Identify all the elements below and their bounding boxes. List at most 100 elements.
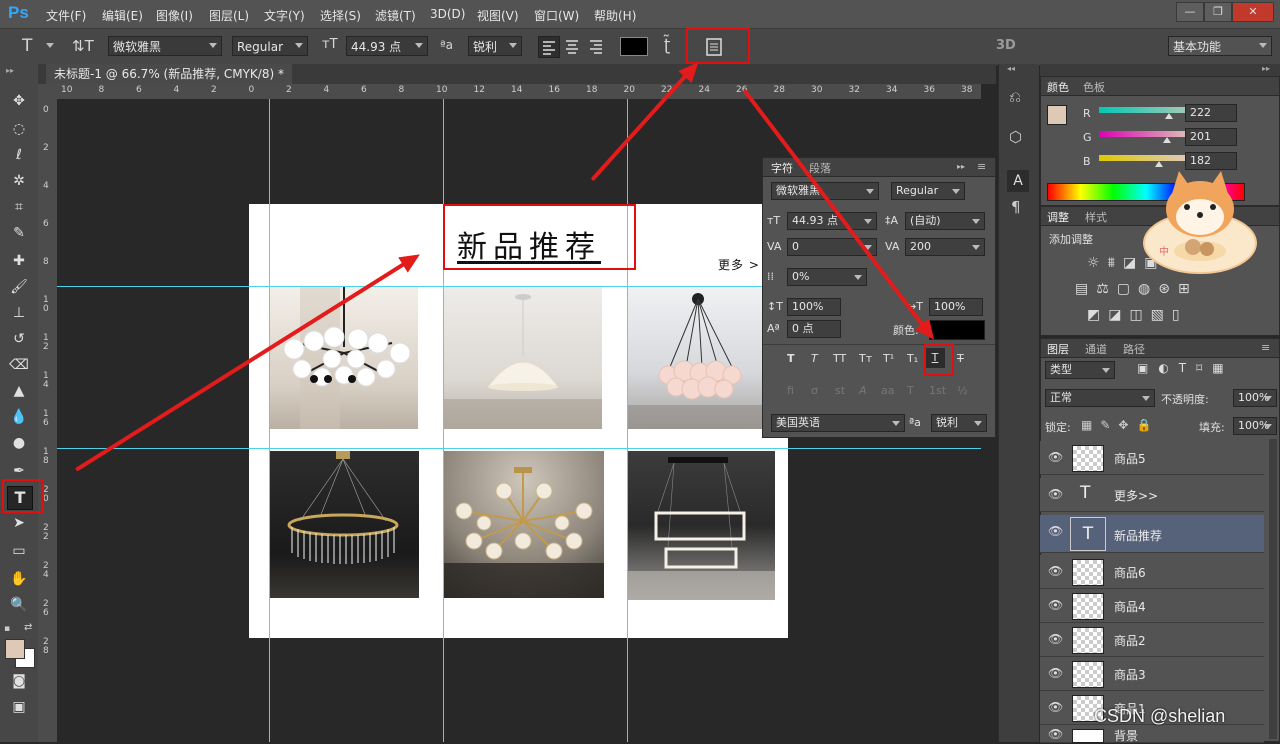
- minimize-button[interactable]: —: [1176, 2, 1204, 22]
- 3d-panel-icon[interactable]: ⬡: [1009, 128, 1022, 146]
- old-style-button[interactable]: ơ: [811, 384, 818, 397]
- font-size-input[interactable]: 44.93 点: [346, 36, 428, 56]
- rectangle-tool-icon[interactable]: ▭: [7, 540, 31, 562]
- all-caps-button[interactable]: TT: [833, 352, 846, 365]
- panel-menu-icon[interactable]: ≡: [977, 160, 986, 173]
- menu-filter[interactable]: 滤镜(T): [375, 7, 416, 24]
- paragraph-panel-icon[interactable]: ¶: [1011, 198, 1021, 216]
- type-tool-preset-icon[interactable]: T: [22, 36, 32, 56]
- menu-select[interactable]: 选择(S): [320, 7, 361, 24]
- subscript-button[interactable]: T₁: [907, 352, 918, 365]
- eraser-tool-icon[interactable]: ⌫: [7, 354, 31, 376]
- toggle-orientation-icon[interactable]: ⇅T: [72, 37, 94, 55]
- font-style-select[interactable]: Regular: [232, 36, 308, 56]
- visibility-eye-icon[interactable]: 👁: [1048, 564, 1063, 578]
- screen-mode-icon[interactable]: ▣: [7, 696, 31, 718]
- r-value-input[interactable]: 222: [1185, 104, 1237, 122]
- char-baseline-input[interactable]: 0 点: [787, 320, 841, 338]
- guide-vertical[interactable]: [443, 99, 444, 742]
- menu-help[interactable]: 帮助(H): [594, 7, 636, 24]
- tab-color[interactable]: 颜色: [1047, 79, 1069, 95]
- workspace-select[interactable]: 基本功能: [1168, 36, 1272, 56]
- swap-colors-icon[interactable]: ⇄: [24, 622, 32, 633]
- eyedropper-tool-icon[interactable]: ✎: [7, 222, 31, 244]
- align-left-button[interactable]: [538, 36, 560, 58]
- close-button[interactable]: ✕: [1232, 2, 1274, 22]
- layer-filter-icons[interactable]: ▣◐T⌑▦: [1137, 361, 1234, 375]
- guide-vertical[interactable]: [269, 99, 270, 742]
- titling-alternates-button[interactable]: T: [907, 384, 914, 397]
- stylistic-alternates-button[interactable]: aa: [881, 384, 894, 397]
- blur-tool-icon[interactable]: 💧: [7, 406, 31, 428]
- collapse-strip-icon[interactable]: ◂◂: [1007, 64, 1015, 73]
- char-horizontal-scale-input[interactable]: 100%: [929, 298, 983, 316]
- adjustment-icons-row-3[interactable]: ◩◪◫▧▯: [1087, 307, 1188, 323]
- history-brush-tool-icon[interactable]: ↺: [7, 328, 31, 350]
- lasso-tool-icon[interactable]: ℓ: [7, 144, 31, 166]
- antialias-select[interactable]: 锐利: [468, 36, 522, 56]
- char-vertical-scale-input[interactable]: 100%: [787, 298, 841, 316]
- fill-input[interactable]: 100%: [1233, 417, 1277, 435]
- font-family-select[interactable]: 微软雅黑: [108, 36, 222, 56]
- faux-italic-button[interactable]: T: [811, 352, 818, 365]
- layers-panel-menu-icon[interactable]: ≡: [1261, 341, 1270, 354]
- menu-edit[interactable]: 编辑(E): [102, 7, 143, 24]
- small-caps-button[interactable]: Tт: [859, 352, 872, 365]
- move-tool-icon[interactable]: ✥: [7, 90, 31, 112]
- default-colors-icon[interactable]: ▪: [4, 624, 14, 634]
- layers-scrollbar[interactable]: [1269, 439, 1277, 739]
- guide-vertical[interactable]: [627, 99, 628, 742]
- layer-filter-select[interactable]: 类型: [1045, 361, 1115, 379]
- stamp-tool-icon[interactable]: ⊥: [7, 302, 31, 324]
- align-right-button[interactable]: [586, 36, 606, 56]
- layer-row[interactable]: 👁 商品3: [1040, 657, 1264, 691]
- tab-styles[interactable]: 样式: [1085, 209, 1107, 225]
- more-text-layer[interactable]: 更多 >: [718, 256, 760, 273]
- magic-wand-tool-icon[interactable]: ✲: [7, 170, 31, 192]
- visibility-eye-icon[interactable]: 👁: [1048, 487, 1063, 501]
- r-slider-thumb-icon[interactable]: [1165, 113, 1173, 119]
- char-antialias-select[interactable]: 锐利: [931, 414, 987, 432]
- layer-row[interactable]: 👁 T 更多>>: [1040, 478, 1264, 512]
- tab-paragraph[interactable]: 段落: [809, 160, 831, 176]
- align-center-button[interactable]: [562, 36, 582, 56]
- layer-row-selected[interactable]: 👁 T 新品推荐: [1040, 515, 1264, 553]
- strikethrough-button[interactable]: T: [957, 352, 964, 365]
- path-selection-tool-icon[interactable]: ➤: [7, 512, 31, 534]
- discretionary-ligature-button[interactable]: st: [835, 384, 845, 397]
- warp-text-icon[interactable]: ʈ̃: [664, 35, 670, 54]
- g-value-input[interactable]: 201: [1185, 128, 1237, 146]
- hand-tool-icon[interactable]: ✋: [7, 568, 31, 590]
- fractions-button[interactable]: ½: [957, 384, 968, 397]
- menu-3d[interactable]: 3D(D): [430, 7, 465, 21]
- history-panel-icon[interactable]: ⎌: [1009, 88, 1021, 106]
- superscript-button[interactable]: T¹: [883, 352, 894, 365]
- ligature-button[interactable]: fi: [787, 384, 794, 397]
- tab-adjustments[interactable]: 调整: [1047, 209, 1069, 225]
- preset-caret-icon[interactable]: [46, 43, 54, 48]
- menu-type[interactable]: 文字(Y): [264, 7, 305, 24]
- character-panel-strip-icon[interactable]: A: [1007, 170, 1029, 192]
- menu-window[interactable]: 窗口(W): [534, 7, 579, 24]
- crop-tool-icon[interactable]: ⌗: [7, 196, 31, 218]
- panel-collapse-icon[interactable]: ▸▸: [957, 162, 965, 171]
- menu-file[interactable]: 文件(F): [46, 7, 86, 24]
- ruler-origin[interactable]: [38, 84, 57, 99]
- char-leading-input[interactable]: (自动): [905, 212, 985, 230]
- visibility-eye-icon[interactable]: 👁: [1048, 598, 1063, 612]
- layer-row[interactable]: 👁 商品4: [1040, 589, 1264, 623]
- visibility-eye-icon[interactable]: 👁: [1048, 700, 1063, 714]
- swash-button[interactable]: A: [859, 384, 867, 397]
- layer-row[interactable]: 👁 商品2: [1040, 623, 1264, 657]
- tab-layers[interactable]: 图层: [1047, 341, 1069, 357]
- lock-icons[interactable]: ▦✎✥🔒: [1081, 418, 1159, 432]
- menu-view[interactable]: 视图(V): [477, 7, 519, 24]
- menu-image[interactable]: 图像(I): [156, 7, 193, 24]
- visibility-eye-icon[interactable]: 👁: [1048, 632, 1063, 646]
- char-size-input[interactable]: 44.93 点: [787, 212, 877, 230]
- tab-swatches[interactable]: 色板: [1083, 79, 1105, 95]
- ordinals-button[interactable]: 1st: [929, 384, 946, 397]
- adjustment-icons-row-2[interactable]: ▤⚖▢◍⊛⊞: [1075, 281, 1198, 297]
- brush-tool-icon[interactable]: 🖌: [7, 276, 31, 298]
- visibility-eye-icon[interactable]: 👁: [1048, 524, 1063, 538]
